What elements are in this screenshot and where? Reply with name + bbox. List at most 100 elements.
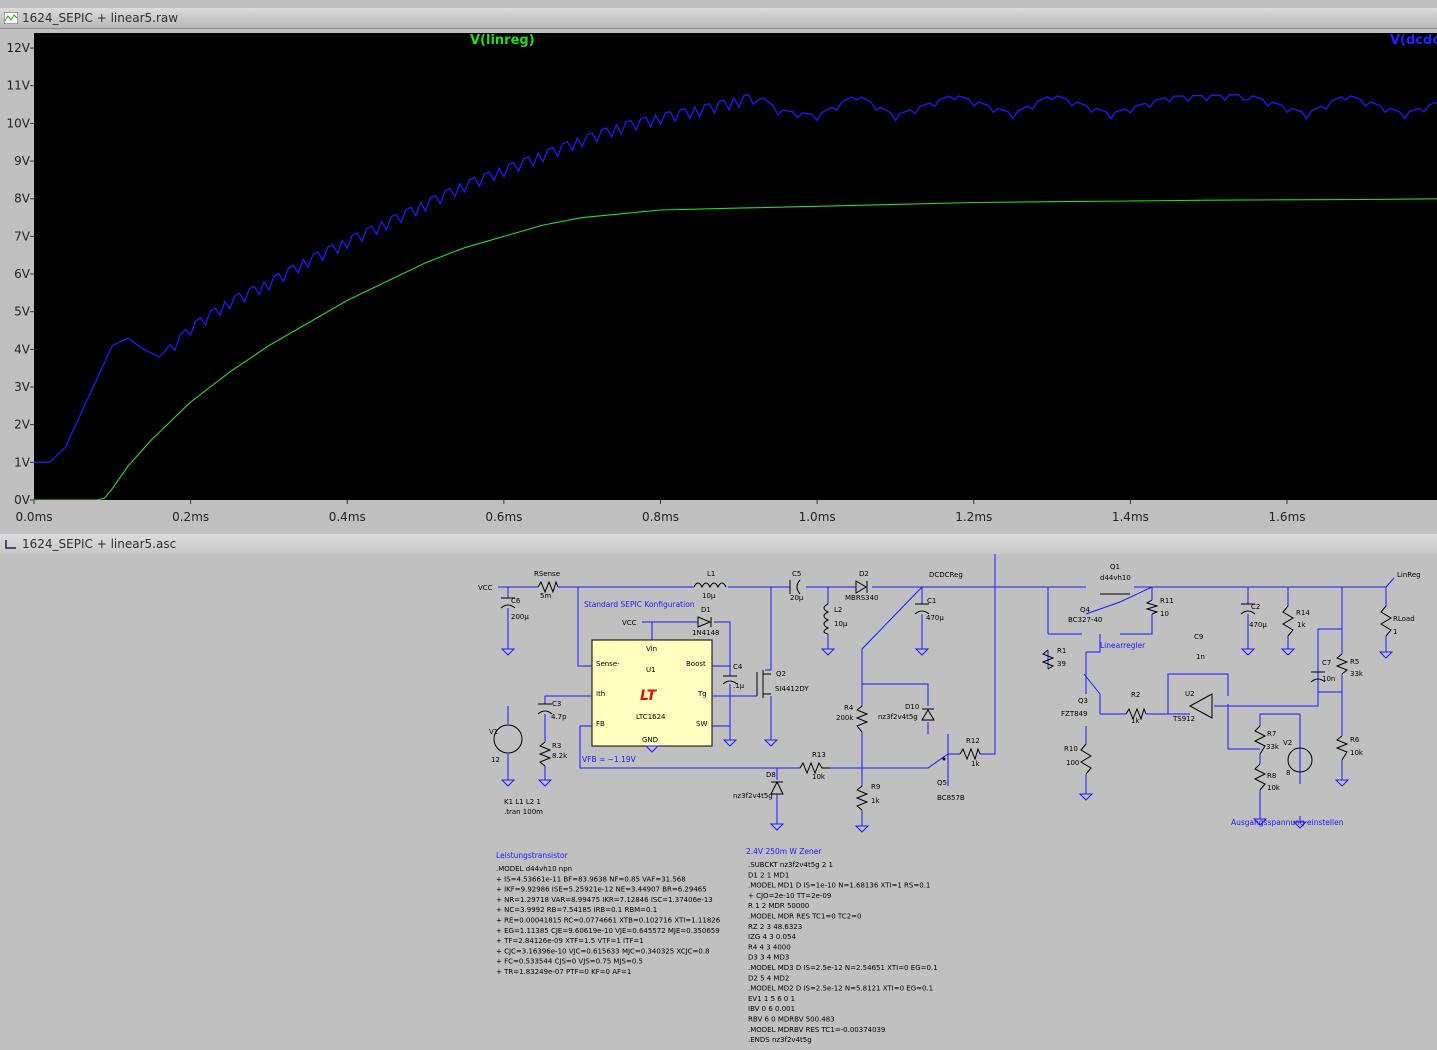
model-line: + EG=1.11385 CJE=9.60619e-10 VJE=0.64557… [496,927,720,935]
svg-text:8.2k: 8.2k [552,752,568,760]
model-line: + NC=3.9992 RB=7.54185 IRB=0.1 RBM=0.1 [496,906,657,914]
waveform-title-bar[interactable]: 1624_SEPIC + linear5.raw [0,8,1437,29]
subckt-line: .MODEL MDR RES TC1=0 TC2=0 [748,913,861,921]
svg-text:D2: D2 [859,570,869,578]
svg-text:FZT849: FZT849 [1061,710,1087,718]
svg-text:10k: 10k [1267,784,1281,792]
svg-text:200k: 200k [836,714,854,722]
y-tick-label: 2V [14,418,31,432]
y-tick-label: 10V [7,116,31,130]
model-line: + TR=1.83249e-07 PTF=0 KF=0 AF=1 [496,968,631,976]
svg-text:LinReg: LinReg [1397,571,1421,579]
subckt-line: IBV 0 6 0.001 [748,1005,795,1013]
subckt-line: D3 3 4 MD3 [748,954,789,962]
subckt-line: .SUBCKT nz3f2v4t5g 2 1 [748,861,833,869]
svg-text:100: 100 [1066,759,1079,767]
y-tick-label: 4V [14,342,31,356]
svg-text:RSense: RSense [534,570,560,578]
comment-ausgang: Ausgangsspannung einstellen [1231,818,1344,827]
trace-label-linreg[interactable]: V(linreg) [470,33,535,48]
svg-text:R14: R14 [1296,609,1310,617]
subckt-line: .MODEL MDRBV RES TC1=-0.00374039 [748,1026,885,1034]
subckt-line: EV1 1 5 6 0 1 [748,995,795,1003]
x-tick-label: 0.6ms [485,510,522,524]
svg-text:1k: 1k [971,760,980,768]
y-tick-label: 3V [14,380,31,394]
svg-text:10k: 10k [1350,749,1364,757]
svg-text:470µ: 470µ [1249,621,1267,629]
net-label-linreg: LinReg [1397,571,1421,579]
svg-text:Q2: Q2 [776,670,786,678]
waveform-plot[interactable]: V(linreg) V(dcdcr 0V 1V 2V 3V 4V 5V 6V 7V 8V 9V 10… [0,29,1437,530]
model-line: + RE=0.00041815 RC=0.0774661 XTB=0.10271… [496,917,721,925]
svg-text:R6: R6 [1350,736,1360,744]
subckt-line: .ENDS nz3f2v4t5g [748,1036,812,1044]
svg-text:C6: C6 [511,597,521,605]
svg-text:Q3: Q3 [1078,697,1088,705]
svg-text:R5: R5 [1350,658,1359,666]
svg-text:C1: C1 [927,597,936,605]
x-tick-label: 0.4ms [329,510,366,524]
subckt-line: .MODEL MD2 D IS=2.5e-12 N=5.8121 XTI=0 E… [748,985,933,993]
svg-text:DCDCReg: DCDCReg [929,571,963,579]
svg-text:LTC1624: LTC1624 [636,713,666,721]
x-tick-label: 1.6ms [1268,510,1305,524]
y-tick-label: 7V [14,229,31,243]
svg-text:10n: 10n [1322,675,1335,683]
svg-text:C7: C7 [1322,659,1331,667]
component-u1[interactable]: Vin Sense- Boost U1 Ith LT Tg LTC1624 FB… [591,639,713,747]
x-tick-label: 0.2ms [172,510,209,524]
schematic-window: 1624_SEPIC + linear5.asc RSense 5m C6 20… [0,534,1437,1050]
comment-vfb: VFB = ~1.19V [582,755,637,764]
svg-text:10k: 10k [812,773,826,781]
svg-text:SW: SW [696,720,707,728]
waveform-title: 1624_SEPIC + linear5.raw [22,11,179,25]
svg-text:C9: C9 [1194,633,1203,641]
schematic-title-bar[interactable]: 1624_SEPIC + linear5.asc [0,534,1437,555]
svg-text:nz3f2v4t5g: nz3f2v4t5g [878,713,918,721]
svg-text:4.7p: 4.7p [551,713,567,721]
svg-text:10: 10 [1160,610,1169,618]
subckt-line: D1 2 1 MD1 [748,871,789,879]
schematic-canvas[interactable]: RSense 5m C6 200µ VCC L1 10µ C5 20µ D2 M… [0,554,1437,1050]
x-tick-label: 1.0ms [799,510,836,524]
svg-text:1n: 1n [1196,653,1205,661]
svg-text:VCC: VCC [622,619,637,627]
comment-zener: 2.4V 250m W Zener [746,847,822,856]
svg-text:R10: R10 [1064,745,1078,753]
x-tick-label: 1.4ms [1112,510,1149,524]
model-line: + IS=4.53661e-11 BF=83.9638 NF=0.85 VAF=… [496,875,686,883]
svg-text:C2: C2 [1251,603,1260,611]
svg-text:C5: C5 [792,570,801,578]
svg-text:Boost: Boost [686,660,706,668]
svg-text:39: 39 [1057,660,1066,668]
model-line: + TF=2.84126e-09 XTF=1.5 VTF=1 ITF=1 [496,937,644,945]
svg-text:FB: FB [596,720,605,728]
y-tick-label: 6V [14,267,31,281]
svg-text:D1: D1 [701,606,711,614]
svg-text:1N4148: 1N4148 [692,629,720,637]
subckt-line: RBV 6 0 MDRBV 500.483 [748,1016,835,1024]
net-label-dcdcreg: DCDCReg [929,571,963,579]
subckt-line: D2 5 4 MD2 [748,974,789,982]
model-line: + CJC=3.16396e-10 VJC=0.615633 MJC=0.340… [496,947,710,955]
svg-text:C3: C3 [552,700,561,708]
svg-text:R13: R13 [812,751,826,759]
plot-area[interactable] [34,33,1437,500]
model-line: + FC=0.533544 CJS=0 VJS=0.75 MJS=0.5 [496,958,643,966]
trace-label-dcdcreg[interactable]: V(dcdcr [1390,33,1437,48]
subckt-line: RZ 2 3 48.6323 [748,923,802,931]
model-line: + IKF=9.92986 ISE=5.25921e-12 NE=3.44907… [496,886,707,894]
svg-text:470µ: 470µ [926,614,944,622]
svg-text:R3: R3 [552,742,561,750]
svg-text:V2: V2 [1283,739,1292,747]
svg-text:L2: L2 [834,606,842,614]
svg-text:200µ: 200µ [511,613,529,621]
svg-text:RLoad: RLoad [1393,615,1415,623]
directive-k1: K1 L1 L2 1 [504,798,541,806]
svg-text:BC327-40: BC327-40 [1068,616,1102,624]
svg-text:SI4412DY: SI4412DY [775,685,809,693]
svg-text:33k: 33k [1266,743,1280,751]
x-tick-label: 1.2ms [955,510,992,524]
svg-text:D8: D8 [766,771,776,779]
